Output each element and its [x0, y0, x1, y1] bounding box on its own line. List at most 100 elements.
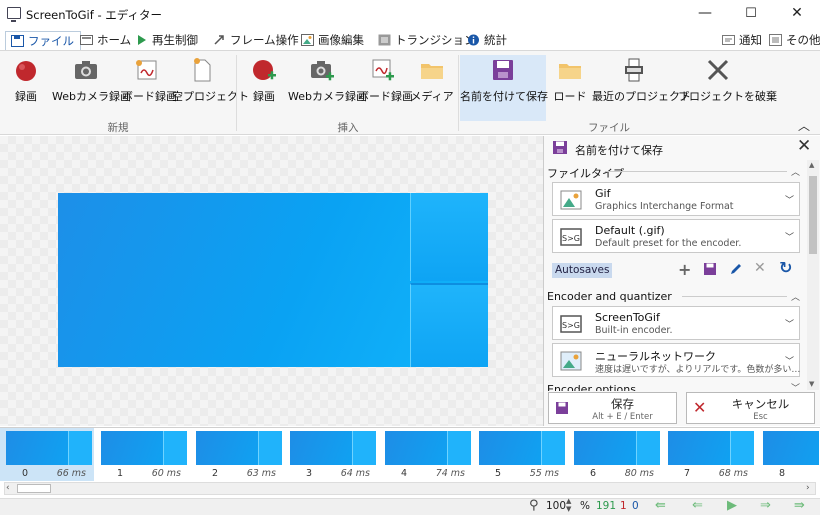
webcam-record-button[interactable]: Webカメラ録画 [52, 55, 131, 105]
scroll-up-icon[interactable]: ▲ [809, 161, 814, 169]
title-bar: ScreenToGif - エディター — ☐ ✕ [0, 0, 820, 28]
frame-thumbnail[interactable]: 4 74 ms [379, 428, 473, 481]
tab-frames[interactable]: フレーム操作 [208, 31, 305, 50]
maximize-button[interactable]: ☐ [728, 0, 774, 28]
preset-name: Default (.gif) [595, 224, 665, 237]
minimize-button[interactable]: — [682, 0, 728, 28]
recent-projects-button[interactable]: 最近のプロジェクト [592, 55, 691, 105]
save-button[interactable]: 保存 Alt + E / Enter [548, 392, 677, 424]
cancel-icon: ✕ [693, 398, 707, 417]
load-button[interactable]: ロード [550, 55, 590, 105]
frame-thumbnail[interactable]: 5 55 ms [473, 428, 567, 481]
scroll-down-icon[interactable]: ▼ [809, 380, 814, 388]
other-label: その他 [786, 33, 820, 47]
scroll-right-icon[interactable]: › [806, 483, 810, 493]
frame-thumbnail[interactable]: 1 60 ms [95, 428, 189, 481]
load-label: ロード [553, 90, 587, 103]
insert-webcam-label: Webカメラ録画 [288, 90, 367, 103]
edit-preset-icon[interactable] [729, 262, 743, 276]
insert-board-button[interactable]: ボード録画 [358, 55, 413, 105]
other-button[interactable]: その他 [764, 31, 820, 50]
frame-thumbnail[interactable]: 7 68 ms [662, 428, 756, 481]
chevron-down-icon: ﹀ [784, 233, 794, 243]
insert-webcam-button[interactable]: Webカメラ録画 [288, 55, 367, 105]
first-frame-icon[interactable]: ⇚ [655, 498, 666, 513]
last-frame-icon[interactable]: ⇛ [794, 498, 805, 513]
collapse-ribbon-icon[interactable]: ︿ [798, 117, 810, 134]
tab-statistics[interactable]: 統計 [462, 31, 513, 50]
options-icon [769, 34, 782, 46]
cancel-button[interactable]: ✕ キャンセル Esc [686, 392, 815, 424]
save-preset-icon[interactable] [703, 262, 717, 276]
image-icon [560, 351, 582, 371]
divider [605, 171, 787, 172]
frame-delay: 55 ms [529, 468, 559, 479]
group-file-label: ファイル [588, 122, 630, 134]
reset-preset-icon[interactable]: ↻ [779, 258, 792, 277]
frame-thumbnail[interactable]: 6 80 ms [568, 428, 662, 481]
zoom-unit: % [580, 500, 590, 512]
add-preset-icon[interactable]: + [678, 260, 691, 279]
play-icon[interactable]: ▶ [727, 498, 737, 513]
tab-playback[interactable]: 再生制御 [130, 31, 204, 50]
camera-icon [75, 61, 97, 79]
close-panel-button[interactable]: ✕ [797, 136, 811, 156]
frame-number: 6 [590, 468, 597, 479]
save-icon [556, 402, 568, 414]
ribbon-separator [458, 55, 459, 131]
preset-select[interactable]: S>G Default (.gif) Default preset for th… [552, 219, 800, 253]
record-button[interactable]: 録画 [4, 55, 48, 105]
autosaves-badge[interactable]: Autosaves [552, 263, 613, 278]
frame-delay: 68 ms [718, 468, 748, 479]
tab-image[interactable]: 画像編集 [296, 31, 370, 50]
frame-number: 8 [779, 468, 786, 479]
notifications-button[interactable]: 通知 [717, 31, 768, 50]
next-frame-icon[interactable]: ⇒ [760, 498, 771, 513]
ribbon-tabs: ファイル ホーム 再生制御 フレーム操作 画像編集 トランジション 統計 通知 … [0, 28, 820, 50]
save-as-button[interactable]: 名前を付けて保存 [460, 55, 548, 121]
frame-number: 3 [306, 468, 313, 479]
frame-thumbnail[interactable]: 0 66 ms [0, 428, 94, 481]
encoder-select[interactable]: S>G ScreenToGif Built-in encoder. ﹀ [552, 306, 800, 340]
file-type-select[interactable]: Gif Graphics Interchange Format ﹀ [552, 182, 800, 216]
frame-delay: 64 ms [340, 468, 370, 479]
insert-media-button[interactable]: メディア [410, 55, 454, 105]
zoom-value[interactable]: 100 [546, 500, 566, 512]
previous-frame-icon[interactable]: ⇐ [692, 498, 703, 513]
app-icon [7, 7, 21, 22]
frame-delay: 66 ms [56, 468, 86, 479]
zoom-stepper[interactable]: ▲ ▼ [566, 497, 571, 513]
record-label: 録画 [15, 90, 37, 103]
frame-thumbnail[interactable]: 2 63 ms [190, 428, 284, 481]
save-shortcut: Alt + E / Enter [592, 412, 653, 422]
collapse-chevron-icon[interactable]: ︿ [791, 165, 800, 178]
scroll-left-icon[interactable]: ‹ [6, 483, 10, 493]
board-record-button[interactable]: ボード録画 [122, 55, 177, 105]
frame-thumbnail[interactable]: 3 64 ms [284, 428, 378, 481]
frame-image [574, 431, 660, 465]
zoom-icon: ⚲ [529, 498, 539, 513]
discard-project-button[interactable]: プロジェクトを破棄 [678, 55, 777, 105]
blank-project-button[interactable]: 空プロジェクト [172, 55, 249, 105]
timeline-scrollbar-thumb[interactable] [17, 484, 51, 493]
timeline-scrollbar[interactable]: ‹ › [4, 482, 816, 495]
tab-file[interactable]: ファイル [5, 31, 81, 50]
insert-record-button[interactable]: 録画 [242, 55, 286, 105]
file-type-name: Gif [595, 187, 611, 200]
collapse-chevron-icon[interactable]: ︿ [791, 290, 800, 303]
frame-number: 7 [684, 468, 691, 479]
close-button[interactable]: ✕ [774, 0, 820, 28]
encoder-options-header: Encoder options [547, 383, 636, 391]
frame-thumbnail[interactable]: 8 [757, 428, 819, 481]
frame-image [479, 431, 565, 465]
quantizer-select[interactable]: ニューラルネットワーク 速度は遅いですが、よりリアルです。色数が多い… ﹀ [552, 343, 800, 377]
tab-home[interactable]: ホーム [75, 31, 137, 50]
blank-file-icon [194, 58, 211, 82]
encoder-name: ScreenToGif [595, 311, 660, 324]
delete-preset-icon[interactable]: ✕ [754, 260, 766, 276]
blank-project-label: 空プロジェクト [172, 90, 249, 103]
frame-image [6, 431, 92, 465]
frame-count: 191 [596, 500, 617, 512]
play-icon [138, 35, 146, 45]
panel-scrollbar-thumb[interactable] [809, 176, 817, 254]
